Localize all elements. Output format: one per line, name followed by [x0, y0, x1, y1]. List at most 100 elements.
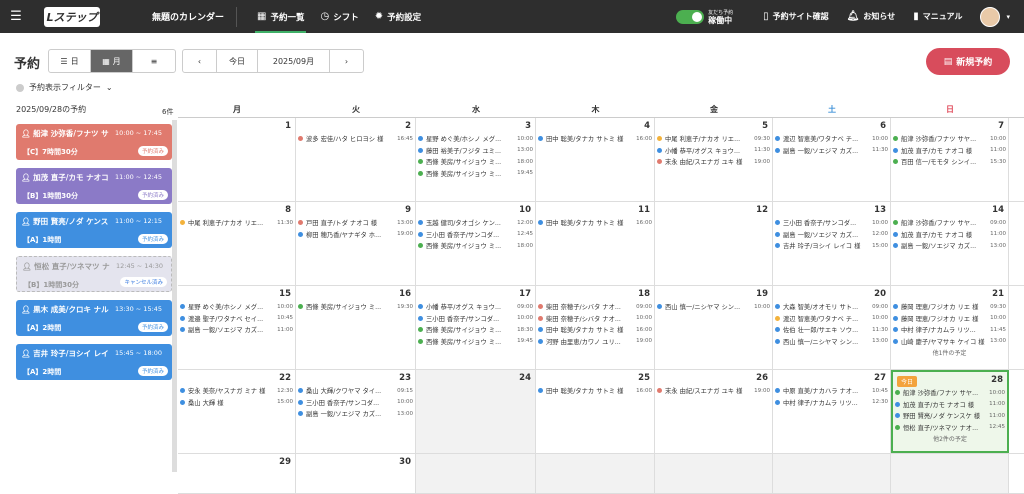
calendar-day[interactable]: 19 西山 慎一/ニシヤマ シン... 10:00	[655, 286, 773, 369]
calendar-event[interactable]: 小幡 恭平/オグス キョウ... 09:00	[418, 301, 533, 313]
calendar-event[interactable]: 渡邉 聖子/ワタナベ セイ... 10:45	[180, 313, 293, 325]
reservation-card[interactable]: 👤︎ 野田 賢亮/ノダ ケンス 11:00 ~ 12:15 【A】1時間 予約済み	[16, 212, 172, 248]
calendar-event[interactable]: 末永 由紀/スエナガ ユキ 様 19:00	[657, 156, 770, 168]
nav-reservation-list[interactable]: ▦ 予約一覧	[249, 0, 312, 33]
calendar-day[interactable]: 7 船津 沙弥香/フナツ サヤ... 10:00 加茂 直子/カモ ナオコ 様 11:0…	[891, 118, 1009, 201]
calendar-event[interactable]: 副島 一毅/ソエジマ カズ... 13:00	[298, 408, 413, 420]
calendar-event[interactable]: 加茂 直子/カモ ナオコ 様 11:00	[893, 229, 1006, 241]
calendar-event[interactable]: 中村 律子/ナカムラ リツ... 11:45	[893, 324, 1006, 336]
calendar-day[interactable]: 2 波多 宏佳/ハタ ヒロヨシ 様 16:45	[296, 118, 416, 201]
calendar-day[interactable]: 21 藤岡 理恵/フジオカ リエ 様 09:30 藤岡 理恵/フジオカ リエ 様 10:…	[891, 286, 1009, 369]
calendar-day[interactable]: 12	[655, 202, 773, 285]
calendar-event[interactable]: 大森 智美/オオモリ サト... 09:00	[775, 301, 888, 313]
calendar-event[interactable]: 柳田 穂乃香/ヤナギタ ホ... 19:00	[298, 229, 413, 241]
calendar-event[interactable]: 田中 聡美/タナカ サトミ 様 16:00	[538, 217, 652, 229]
calendar-event[interactable]: 西條 美房/サイジョウ ミ... 19:45	[418, 336, 533, 348]
calendar-day[interactable]: 16 西條 美房/サイジョウ ミ... 19:30	[296, 286, 416, 369]
calendar-day[interactable]: 今日 28 船津 沙弥香/フナツ サヤ... 10:00 加茂 直子/カモ ナオコ 様 1…	[891, 370, 1009, 453]
calendar-event[interactable]: 山崎 慶子/ヤマサキ ケイコ 様 13:00	[893, 336, 1006, 348]
today-button[interactable]: 今日	[217, 50, 258, 72]
nav-settings[interactable]: ✹ 予約設定	[367, 0, 429, 33]
calendar-event[interactable]: 西條 美房/サイジョウ ミ... 19:45	[418, 168, 533, 180]
calendar-event[interactable]: 波多 宏佳/ハタ ヒロヨシ 様 16:45	[298, 133, 413, 145]
calendar-event[interactable]: 柴田 奈穂子/シバタ ナオ... 09:00	[538, 301, 652, 313]
scrollbar[interactable]	[172, 120, 177, 472]
calendar-event[interactable]: 桑山 大輝 様 15:00	[180, 397, 293, 409]
calendar-day[interactable]: 13 三小田 香奈子/サンコダ... 10:00 副島 一毅/ソエジマ カズ... 12…	[773, 202, 891, 285]
chevron-down-icon[interactable]: ▾	[1006, 13, 1010, 21]
view-day-button[interactable]: ☰ 日	[49, 50, 91, 72]
view-month-button[interactable]: ▦ 月	[91, 50, 133, 72]
calendar-event[interactable]: 渡辺 智恵美/ワタナベ チ... 10:00	[775, 313, 888, 325]
calendar-event[interactable]: 末永 由紀/スエナガ ユキ 様 19:00	[657, 385, 770, 397]
calendar-event[interactable]: 西山 慎一/ニシヤマ シン... 13:00	[775, 336, 888, 348]
new-reservation-button[interactable]: ▤ 新規予約	[926, 48, 1010, 75]
calendar-event[interactable]: 百田 信一/モモタ シンイ... 15:30	[893, 156, 1006, 168]
calendar-event[interactable]: 桑山 大輝/クワヤマ タイ... 09:15	[298, 385, 413, 397]
more-events-link[interactable]: 他1件の予定	[893, 348, 1006, 357]
calendar-day[interactable]: 3 星野 めぐ美/ホシノ メグ... 10:00 藤田 裕美子/フジタ ユミ... 13…	[416, 118, 536, 201]
calendar-event[interactable]: 中村 律子/ナカムラ リツ... 12:30	[775, 397, 888, 409]
calendar-day[interactable]: 4 田中 聡美/タナカ サトミ 様 16:00	[536, 118, 655, 201]
calendar-day[interactable]: 30	[296, 454, 416, 493]
calendar-event[interactable]: 西山 慎一/ニシヤマ シン... 10:00	[657, 301, 770, 313]
reservation-card[interactable]: 👤︎ 恒松 直子/ツネマツ ナ 12:45 ~ 14:30 【B】1時間30分 キャン…	[16, 256, 172, 292]
calendar-event[interactable]: 安永 美奈/ヤスナガ ミナ 様 12:30	[180, 385, 293, 397]
calendar-event[interactable]: 加茂 直子/カモ ナオコ 様 11:00	[895, 399, 1005, 411]
calendar-event[interactable]: 副島 一毅/ソエジマ カズ... 11:00	[180, 324, 293, 336]
prev-button[interactable]: ‹	[183, 50, 217, 72]
calendar-event[interactable]: 佐伯 壮一郎/サエキ ソウ... 11:30	[775, 324, 888, 336]
calendar-event[interactable]: 三小田 香奈子/サンコダ... 10:00	[418, 313, 533, 325]
site-confirm-link[interactable]: ▯ 予約サイト確認	[763, 11, 829, 22]
logo[interactable]: Lステップ	[44, 6, 100, 27]
calendar-event[interactable]: 星野 めぐ美/ホシノ メグ... 10:00	[180, 301, 293, 313]
calendar-event[interactable]: 船津 沙弥香/フナツ サヤ... 10:00	[893, 133, 1006, 145]
calendar-event[interactable]: 西條 美房/サイジョウ ミ... 19:30	[298, 301, 413, 313]
calendar-event[interactable]: 中尾 利恵子/ナカオ リエ... 09:30	[657, 133, 770, 145]
calendar-event[interactable]: 藤田 裕美子/フジタ ユミ... 13:00	[418, 145, 533, 157]
nav-shift[interactable]: ◷ シフト	[312, 0, 366, 33]
calendar-day[interactable]: 18 柴田 奈穂子/シバタ ナオ... 09:00 柴田 奈穂子/シバタ ナオ... 1…	[536, 286, 655, 369]
calendar-event[interactable]: 西條 美房/サイジョウ ミ... 18:00	[418, 240, 533, 252]
filter-toggle[interactable]: 予約表示フィルター ⌄	[16, 82, 113, 93]
calendar-day[interactable]: 5 中尾 利恵子/ナカオ リエ... 09:30 小幡 恭平/オグス キョウ... 11…	[655, 118, 773, 201]
calendar-day[interactable]: 27 中原 直美/ナカハラ ナオ... 10:45 中村 律子/ナカムラ リツ... 1…	[773, 370, 891, 453]
reservation-card[interactable]: 👤︎ 吉井 玲子/ヨシイ レイ 15:45 ~ 18:00 【A】2時間 予約済み	[16, 344, 172, 380]
calendar-event[interactable]: 田中 聡美/タナカ サトミ 様 16:00	[538, 324, 652, 336]
menu-icon[interactable]: ☰	[0, 0, 32, 33]
calendar-day[interactable]: 22 安永 美奈/ヤスナガ ミナ 様 12:30 桑山 大輝 様 15:00	[178, 370, 296, 453]
calendar-event[interactable]: 三小田 香奈子/サンコダ... 12:45	[418, 229, 533, 241]
calendar-event[interactable]: 副島 一毅/ソエジマ カズ... 12:00	[775, 229, 888, 241]
calendar-event[interactable]: 船津 沙弥香/フナツ サヤ... 09:00	[893, 217, 1006, 229]
calendar-day[interactable]	[416, 454, 536, 493]
calendar-event[interactable]: 戸田 直子/トダ ナオコ 様 13:00	[298, 217, 413, 229]
calendar-event[interactable]: 中尾 利恵子/ナカオ リエ... 11:30	[180, 217, 293, 229]
view-list-button[interactable]: ≡	[133, 50, 175, 72]
calendar-day[interactable]: 9 戸田 直子/トダ ナオコ 様 13:00 柳田 穂乃香/ヤナギタ ホ... 19:0…	[296, 202, 416, 285]
calendar-event[interactable]: 恒松 直子/ツネマツ ナオ... 12:45	[895, 422, 1005, 434]
manual-link[interactable]: ▮ マニュアル	[913, 11, 962, 22]
calendar-event[interactable]: 副島 一毅/ソエジマ カズ... 13:00	[893, 240, 1006, 252]
calendar-event[interactable]: 柴田 奈穂子/シバタ ナオ... 10:00	[538, 313, 652, 325]
calendar-day[interactable]: 29	[178, 454, 296, 493]
calendar-day[interactable]	[891, 454, 1009, 493]
calendar-event[interactable]: 三小田 香奈子/サンコダ... 10:00	[775, 217, 888, 229]
calendar-event[interactable]: 船津 沙弥香/フナツ サヤ... 10:00	[895, 387, 1005, 399]
calendar-day[interactable]	[773, 454, 891, 493]
calendar-event[interactable]: 小幡 恭平/オグス キョウ... 11:30	[657, 145, 770, 157]
calendar-day[interactable]: 10 玉越 健司/タオゴシ ケン... 12:00 三小田 香奈子/サンコダ... 12…	[416, 202, 536, 285]
calendar-event[interactable]: 星野 めぐ美/ホシノ メグ... 10:00	[418, 133, 533, 145]
calendar-event[interactable]: 吉井 玲子/ヨシイ レイコ 様 15:00	[775, 240, 888, 252]
notice-link[interactable]: 🔔︎ お知らせ	[847, 11, 896, 22]
calendar-day[interactable]: 26 末永 由紀/スエナガ ユキ 様 19:00	[655, 370, 773, 453]
calendar-day[interactable]: 11 田中 聡美/タナカ サトミ 様 16:00	[536, 202, 655, 285]
calendar-event[interactable]: 田中 聡美/タナカ サトミ 様 16:00	[538, 133, 652, 145]
calendar-day[interactable]: 8 中尾 利恵子/ナカオ リエ... 11:30	[178, 202, 296, 285]
calendar-day[interactable]: 25 田中 聡美/タナカ サトミ 様 16:00	[536, 370, 655, 453]
calendar-event[interactable]: 中原 直美/ナカハラ ナオ... 10:45	[775, 385, 888, 397]
calendar-day[interactable]	[655, 454, 773, 493]
calendar-event[interactable]: 西條 美房/サイジョウ ミ... 18:00	[418, 156, 533, 168]
calendar-event[interactable]: 河野 由里恵/カワノ ユリ... 19:00	[538, 336, 652, 348]
calendar-day[interactable]: 17 小幡 恭平/オグス キョウ... 09:00 三小田 香奈子/サンコダ... 10…	[416, 286, 536, 369]
reservation-card[interactable]: 👤︎ 加茂 直子/カモ ナオコ 11:00 ~ 12:45 【B】1時間30分 予約済…	[16, 168, 172, 204]
